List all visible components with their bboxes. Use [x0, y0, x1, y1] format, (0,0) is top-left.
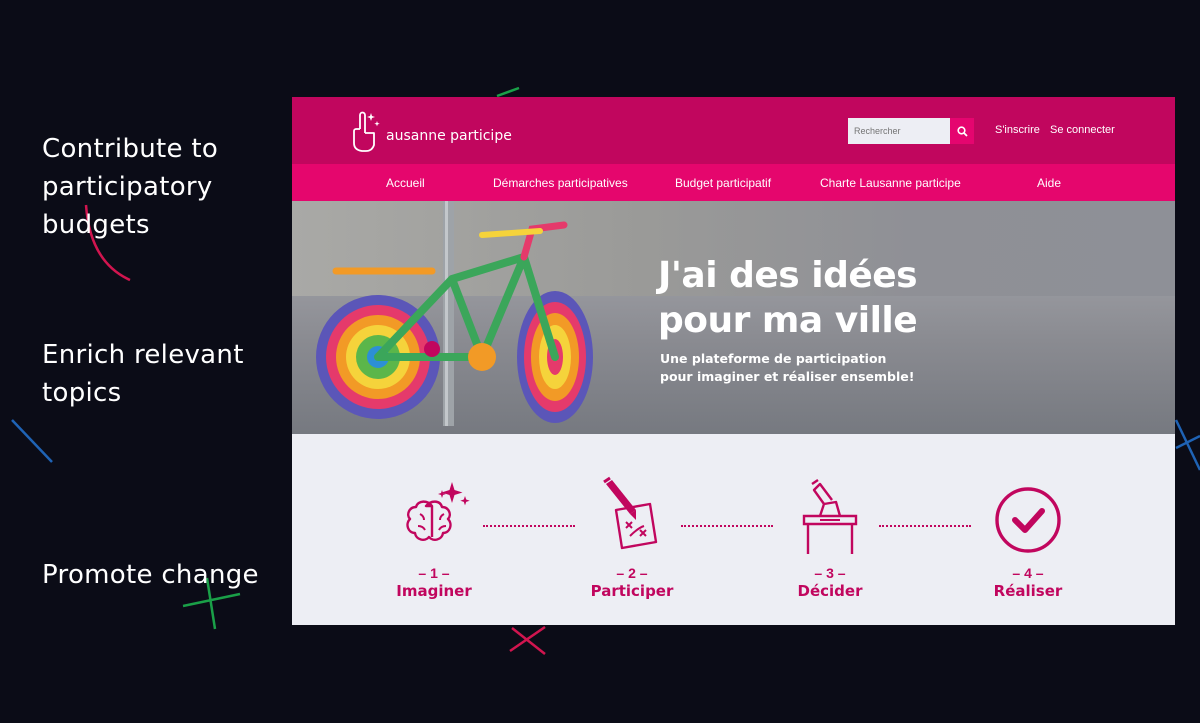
nav-item-demarches[interactable]: Démarches participatives	[493, 176, 628, 190]
blue-cross-decoration	[1174, 419, 1200, 471]
logo-text: ausanne participe	[386, 128, 512, 144]
site-header: ausanne participe S'inscrire Se connecte…	[292, 97, 1175, 164]
blue-line-decoration	[11, 419, 53, 463]
step-participer: – 2 – Participer	[562, 470, 702, 600]
step-decider: – 3 – Décider	[760, 470, 900, 600]
nav-item-budget[interactable]: Budget participatif	[675, 176, 771, 190]
step-label: Imaginer	[396, 582, 472, 600]
main-nav: Accueil Démarches participatives Budget …	[292, 164, 1175, 201]
nav-item-charte[interactable]: Charte Lausanne participe	[820, 176, 961, 190]
step-number: – 3 –	[814, 565, 846, 581]
step-label: Décider	[797, 582, 863, 600]
feature-line: Enrich relevant	[42, 340, 244, 370]
hero-subtitle: Une plateforme de participation pour ima…	[660, 350, 914, 386]
hero-title-line: pour ma ville	[658, 300, 918, 341]
feature-text-change: Promote change	[42, 556, 259, 594]
feature-line: budgets	[42, 210, 150, 240]
search-input[interactable]	[848, 118, 950, 144]
step-imaginer: – 1 – Imaginer	[364, 470, 504, 600]
raised-finger-hand-icon	[353, 111, 380, 152]
step-number: – 1 –	[418, 565, 450, 581]
site-logo[interactable]: ausanne participe	[344, 109, 512, 155]
step-realiser: – 4 – Réaliser	[958, 470, 1098, 600]
hero-title: J'ai des idées pour ma ville	[658, 253, 918, 343]
check-circle-icon	[995, 487, 1061, 553]
search-icon	[956, 125, 968, 137]
website-screenshot: ausanne participe S'inscrire Se connecte…	[292, 97, 1175, 625]
hero-subtitle-line: pour imaginer et réaliser ensemble!	[660, 369, 915, 384]
brain-icon	[406, 482, 470, 541]
search-bar	[848, 118, 974, 144]
feature-line: topics	[42, 378, 122, 408]
feature-text-budgets: Contribute to participatory budgets	[42, 130, 218, 244]
red-cross-decoration	[511, 627, 546, 655]
hero-subtitle-line: Une plateforme de participation	[660, 351, 887, 366]
step-label: Réaliser	[993, 582, 1063, 600]
nav-item-accueil[interactable]: Accueil	[386, 176, 425, 190]
hero-title-line: J'ai des idées	[658, 255, 918, 296]
hero-banner: J'ai des idées pour ma ville Une platefo…	[292, 201, 1175, 434]
step-number: – 4 –	[1012, 565, 1044, 581]
signup-link[interactable]: S'inscrire	[995, 124, 1040, 136]
step-label: Participer	[590, 582, 674, 600]
login-link[interactable]: Se connecter	[1050, 124, 1115, 136]
process-steps: – 1 – Imaginer – 2 – Participer – 3 – Dé…	[292, 434, 1175, 625]
feature-line: Contribute to	[42, 134, 219, 164]
green-dash-decoration	[496, 86, 520, 98]
feature-text-topics: Enrich relevant topics	[42, 336, 244, 412]
pencil-paper-icon	[603, 476, 658, 550]
ballot-box-icon	[802, 479, 858, 554]
knitted-bicycle-image	[316, 201, 593, 426]
feature-line: Promote change	[42, 560, 259, 590]
search-button[interactable]	[950, 118, 974, 144]
nav-item-aide[interactable]: Aide	[1037, 176, 1061, 190]
step-number: – 2 –	[616, 565, 648, 581]
feature-line: participatory	[42, 172, 213, 202]
green-cross-decoration	[182, 592, 241, 608]
